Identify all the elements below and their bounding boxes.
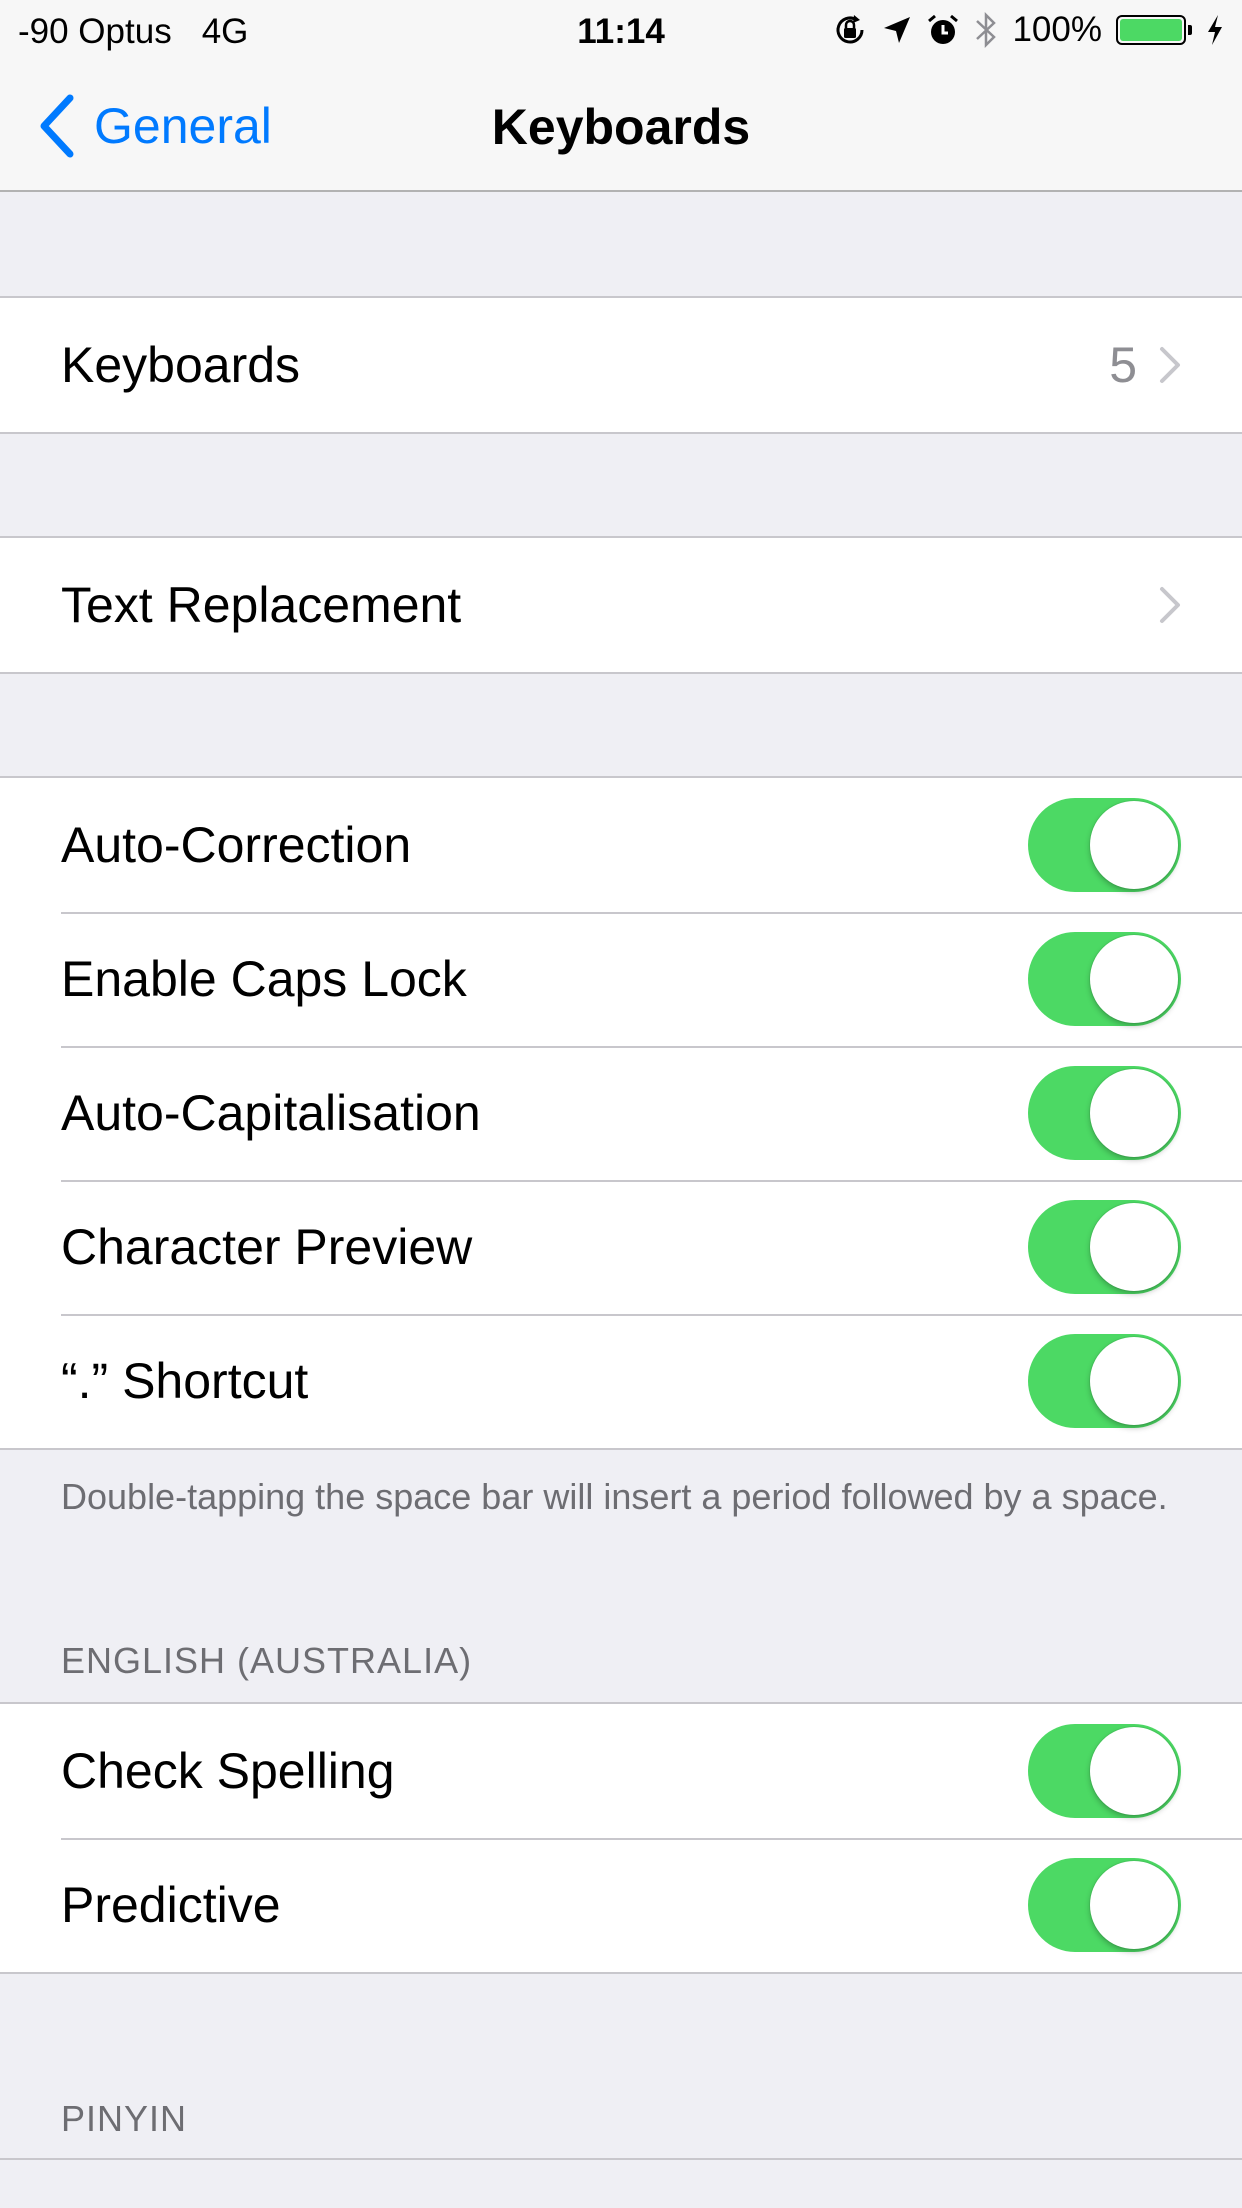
enable-caps-lock-toggle[interactable] <box>1028 932 1181 1026</box>
character-preview-label: Character Preview <box>61 1219 473 1275</box>
predictive-row: Predictive <box>0 1838 1242 1972</box>
bluetooth-icon <box>976 11 997 49</box>
auto-correction-toggle[interactable] <box>1028 798 1181 892</box>
status-icons: 100% <box>832 8 1224 52</box>
pinyin-group-top-border <box>0 2158 1242 2160</box>
auto-capitalisation-toggle[interactable] <box>1028 1066 1181 1160</box>
chevron-right-icon <box>1160 587 1180 623</box>
typing-settings-group: Auto-Correction Enable Caps Lock Auto-Ca… <box>0 776 1242 1450</box>
battery-icon <box>1116 15 1192 45</box>
period-shortcut-toggle[interactable] <box>1028 1334 1181 1428</box>
shortcut-footer-note: Double-tapping the space bar will insert… <box>61 1476 1168 1517</box>
keyboards-row[interactable]: Keyboards 5 <box>0 298 1242 432</box>
chevron-right-icon <box>1160 347 1180 383</box>
auto-capitalisation-row: Auto-Capitalisation <box>0 1046 1242 1180</box>
predictive-label: Predictive <box>61 1877 281 1933</box>
charging-icon <box>1208 15 1222 45</box>
english-section-header: ENGLISH (AUSTRALIA) <box>61 1640 473 1681</box>
enable-caps-lock-label: Enable Caps Lock <box>61 951 467 1007</box>
text-replacement-group: Text Replacement <box>0 536 1242 674</box>
location-icon <box>884 17 911 43</box>
auto-correction-row: Auto-Correction <box>0 778 1242 912</box>
auto-correction-label: Auto-Correction <box>61 817 412 873</box>
text-replacement-label: Text Replacement <box>61 577 462 633</box>
period-shortcut-label: “.” Shortcut <box>61 1353 309 1409</box>
pinyin-section-header: PINYIN <box>61 2098 188 2139</box>
english-settings-group: Check Spelling Predictive <box>0 1702 1242 1974</box>
character-preview-row: Character Preview <box>0 1180 1242 1314</box>
battery-percent: 100% <box>1012 10 1102 49</box>
text-replacement-row[interactable]: Text Replacement <box>0 538 1242 672</box>
status-bar: -90 Optus 4G 11:14 100% <box>0 0 1242 60</box>
navigation-bar: General Keyboards <box>0 60 1242 192</box>
check-spelling-toggle[interactable] <box>1028 1724 1181 1818</box>
keyboards-group: Keyboards 5 <box>0 296 1242 434</box>
keyboards-label: Keyboards <box>61 337 301 393</box>
predictive-toggle[interactable] <box>1028 1858 1181 1952</box>
page-title: Keyboards <box>491 99 751 155</box>
character-preview-toggle[interactable] <box>1028 1200 1181 1294</box>
enable-caps-lock-row: Enable Caps Lock <box>0 912 1242 1046</box>
keyboards-count: 5 <box>1109 337 1137 393</box>
orientation-lock-icon <box>836 15 864 44</box>
alarm-icon <box>928 14 959 44</box>
period-shortcut-row: “.” Shortcut <box>0 1314 1242 1448</box>
auto-capitalisation-label: Auto-Capitalisation <box>61 1085 481 1141</box>
check-spelling-row: Check Spelling <box>0 1704 1242 1838</box>
check-spelling-label: Check Spelling <box>61 1743 395 1799</box>
